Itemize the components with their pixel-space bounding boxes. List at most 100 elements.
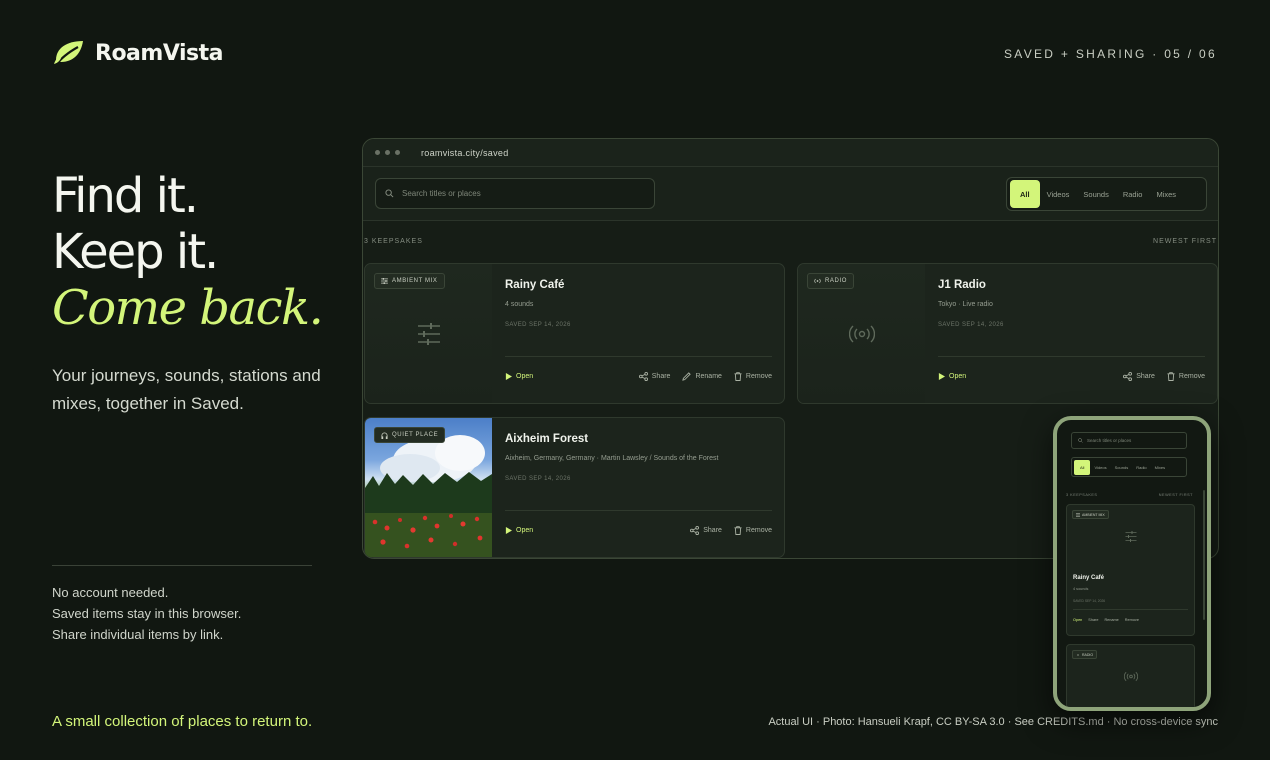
share-button[interactable]: Share	[690, 526, 722, 535]
badge-label: AMBIENT MIX	[392, 278, 438, 284]
share-button[interactable]: Share	[638, 372, 671, 381]
brand: RoamVista	[53, 38, 223, 68]
phone-card-title: Rainy Café	[1073, 575, 1105, 581]
search-icon	[385, 189, 394, 198]
note-item: No account needed.	[52, 585, 169, 600]
filter-videos[interactable]: Videos	[1040, 180, 1077, 208]
window-dot	[385, 150, 390, 155]
divider	[52, 565, 312, 566]
share-button[interactable]: Share	[1123, 372, 1155, 381]
phone-card-divider	[1073, 609, 1188, 610]
share-label: Share	[651, 373, 671, 380]
saved-card-j1-radio: RADIO J1 Radio Tokyo · Live radio SAVED …	[797, 263, 1218, 404]
share-label: Share	[1136, 373, 1155, 380]
card-divider	[505, 510, 772, 511]
saved-date: SAVED SEP 14, 2026	[505, 322, 571, 328]
phone-rename-button[interactable]: Rename	[1104, 618, 1118, 622]
card-divider	[505, 356, 772, 357]
open-label: Open	[516, 373, 534, 380]
phone-filter-videos[interactable]: Videos	[1090, 460, 1110, 475]
forest-photo: QUIET PLACE	[365, 418, 492, 557]
phone-open-button[interactable]: Open	[1073, 618, 1082, 622]
remove-button[interactable]: Remove	[1167, 372, 1205, 381]
filter-mixes[interactable]: Mixes	[1149, 180, 1183, 208]
phone-keepsakes-count: 3 KEEPSAKES	[1066, 493, 1098, 497]
window-dot	[375, 150, 380, 155]
filter-sounds[interactable]: Sounds	[1076, 180, 1115, 208]
card-title: J1 Radio	[938, 279, 986, 291]
phone-card-actions: Open Share Rename Remove	[1073, 618, 1188, 622]
badge-label: QUIET PLACE	[392, 432, 439, 438]
open-label: Open	[949, 373, 967, 380]
sort-label[interactable]: NEWEST FIRST	[1153, 238, 1217, 245]
phone-filter-radio[interactable]: Radio	[1132, 460, 1150, 475]
phone-scrollbar[interactable]	[1203, 490, 1205, 620]
trash-icon	[1167, 372, 1175, 381]
trash-icon	[734, 526, 742, 535]
trash-icon	[734, 372, 742, 381]
open-button[interactable]: Open	[938, 373, 966, 380]
hero-line-3: Come back.	[52, 280, 324, 336]
open-button[interactable]: Open	[505, 373, 533, 380]
phone-filter-mixes[interactable]: Mixes	[1151, 460, 1169, 475]
phone-filter-sounds[interactable]: Sounds	[1111, 460, 1133, 475]
rename-label: Rename	[695, 373, 722, 380]
credits: Actual UI · Photo: Hansueli Krapf, CC BY…	[768, 716, 1218, 728]
share-icon	[638, 372, 648, 381]
phone-badge-label: AMBIENT MIX	[1082, 512, 1105, 517]
card-actions: Open Share Remove	[938, 372, 1205, 381]
notes-list: No account needed. Saved items stay in t…	[52, 582, 241, 645]
window-dot	[395, 150, 400, 155]
rename-button[interactable]: Rename	[682, 372, 722, 381]
card-title: Aixheim Forest	[505, 433, 589, 445]
phone-filter-tabs: All Videos Sounds Radio Mixes	[1071, 457, 1187, 477]
hero-line-1: Find it.	[52, 168, 199, 224]
phone-saved-date: SAVED SEP 14, 2026	[1073, 599, 1106, 603]
type-badge: AMBIENT MIX	[374, 273, 445, 289]
search-icon	[1078, 438, 1083, 443]
phone-share-button[interactable]: Share	[1088, 618, 1098, 622]
type-badge: RADIO	[807, 273, 855, 289]
share-label: Share	[703, 527, 722, 534]
mixer-icon	[1125, 531, 1137, 542]
note-item: Saved items stay in this browser.	[52, 606, 242, 621]
keepsakes-count: 3 KEEPSAKES	[364, 238, 423, 245]
card-divider	[938, 356, 1205, 357]
remove-button[interactable]: Remove	[734, 372, 772, 381]
filter-all[interactable]: All	[1010, 180, 1040, 208]
phone-filter-all[interactable]: All	[1074, 459, 1091, 475]
saved-card-aixheim-forest: QUIET PLACE Aixheim Forest Aixheim, Germ…	[364, 417, 785, 558]
card-title: Rainy Café	[505, 279, 565, 291]
phone-search-placeholder: Search titles or places	[1087, 438, 1132, 443]
remove-label: Remove	[1178, 373, 1205, 380]
leaf-icon	[54, 41, 83, 67]
broadcast-icon	[814, 278, 821, 284]
badge-label: RADIO	[825, 278, 848, 284]
phone-sort-label[interactable]: NEWEST FIRST	[1159, 493, 1193, 497]
search-input[interactable]: Search titles or places	[375, 178, 655, 209]
hero-line-2: Keep it.	[52, 224, 219, 280]
open-button[interactable]: Open	[505, 527, 533, 534]
phone-badge-label: RADIO	[1082, 652, 1094, 657]
play-icon	[505, 373, 512, 380]
phone-card-subtitle: 4 sounds	[1073, 587, 1089, 591]
phone-remove-button[interactable]: Remove	[1125, 618, 1139, 622]
card-subtitle: Tokyo · Live radio	[938, 301, 993, 308]
saved-toolbar: Search titles or places All Videos Sound…	[363, 167, 1218, 221]
play-icon	[938, 373, 945, 380]
filter-radio[interactable]: Radio	[1116, 180, 1150, 208]
address-bar[interactable]: roamvista.city/saved	[421, 148, 509, 158]
phone-mockup: Search titles or places All Videos Sound…	[1053, 416, 1211, 711]
remove-label: Remove	[745, 373, 772, 380]
phone-type-badge: RADIO	[1072, 650, 1098, 659]
browser-bar: roamvista.city/saved	[363, 139, 1218, 167]
play-icon	[505, 527, 512, 534]
step-indicator: SAVED + SHARING · 05 / 06	[1003, 47, 1217, 61]
share-icon	[690, 526, 700, 535]
remove-button[interactable]: Remove	[734, 526, 772, 535]
card-actions: Open Share Remove	[505, 526, 772, 535]
search-placeholder: Search titles or places	[402, 189, 481, 198]
radio-waves-icon	[1124, 671, 1138, 682]
note-item: Share individual items by link.	[52, 627, 224, 642]
phone-search-input[interactable]: Search titles or places	[1071, 432, 1187, 449]
